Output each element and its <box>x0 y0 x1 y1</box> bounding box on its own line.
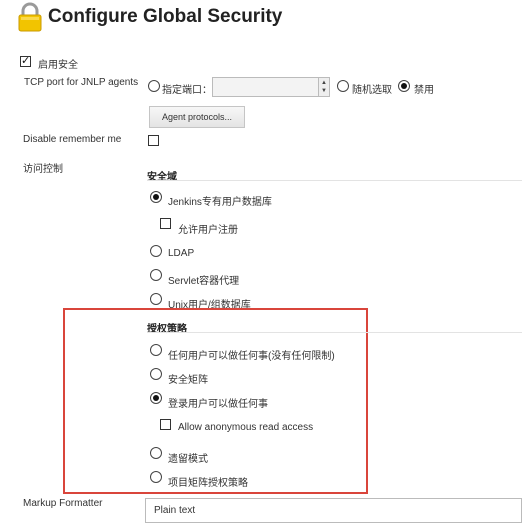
page-title: Configure Global Security <box>48 6 283 27</box>
realm-radio-unix[interactable] <box>150 293 162 305</box>
access-control-label: 访问控制 <box>23 164 63 175</box>
auth-option-matrix: 安全矩阵 <box>168 375 208 386</box>
remember-me-checkbox[interactable] <box>148 135 159 146</box>
jnlp-random-radio[interactable] <box>337 80 349 92</box>
jnlp-random-label: 随机选取 <box>352 85 392 96</box>
auth-option-project-matrix: 项目矩阵授权策略 <box>168 478 248 489</box>
anon-read-checkbox[interactable] <box>160 419 171 430</box>
realm-option-servlet: Servlet容器代理 <box>168 276 240 287</box>
spinner-up-icon[interactable]: ▲ <box>321 80 327 86</box>
auth-option-legacy: 遗留模式 <box>168 454 208 465</box>
allow-signup-label: 允许用户注册 <box>178 225 238 236</box>
allow-signup-checkbox[interactable] <box>160 218 171 229</box>
markup-formatter-select[interactable]: Plain text <box>145 498 522 523</box>
markup-formatter-label: Markup Formatter <box>23 498 103 509</box>
section-divider <box>147 180 522 181</box>
enable-security-checkbox[interactable] <box>20 54 31 67</box>
spinner-down-icon[interactable]: ▼ <box>321 88 327 94</box>
auth-radio-legacy[interactable] <box>150 447 162 459</box>
remember-me-label: Disable remember me <box>23 134 122 145</box>
lock-icon <box>18 2 42 32</box>
realm-option-ldap: LDAP <box>168 248 195 259</box>
section-divider <box>147 332 522 333</box>
anon-read-label: Allow anonymous read access <box>178 422 314 433</box>
jnlp-port-label: TCP port for JNLP agents <box>24 77 139 88</box>
jnlp-fixed-radio[interactable] <box>148 80 160 92</box>
auth-radio-project-matrix[interactable] <box>150 471 162 483</box>
agent-protocols-button[interactable]: Agent protocols... <box>149 106 245 128</box>
realm-radio-ldap[interactable] <box>150 245 162 257</box>
auth-radio-anyone[interactable] <box>150 344 162 356</box>
realm-radio-jenkins[interactable] <box>150 191 162 203</box>
jnlp-fixed-label: 指定端口： <box>162 85 212 96</box>
jnlp-disable-label: 禁用 <box>414 85 434 96</box>
realm-option-jenkins: Jenkins专有用户数据库 <box>168 197 272 208</box>
auth-radio-logged-in[interactable] <box>150 392 162 404</box>
auth-option-anyone: 任何用户可以做任何事(没有任何限制) <box>168 351 335 362</box>
jnlp-disable-radio[interactable] <box>398 80 410 92</box>
enable-security-label: 启用安全 <box>38 60 78 71</box>
realm-radio-servlet[interactable] <box>150 269 162 281</box>
auth-radio-matrix[interactable] <box>150 368 162 380</box>
jnlp-port-input[interactable]: ▲ ▼ <box>212 77 330 97</box>
auth-option-logged-in: 登录用户可以做任何事 <box>168 399 268 410</box>
port-spinner[interactable]: ▲ ▼ <box>318 78 329 96</box>
